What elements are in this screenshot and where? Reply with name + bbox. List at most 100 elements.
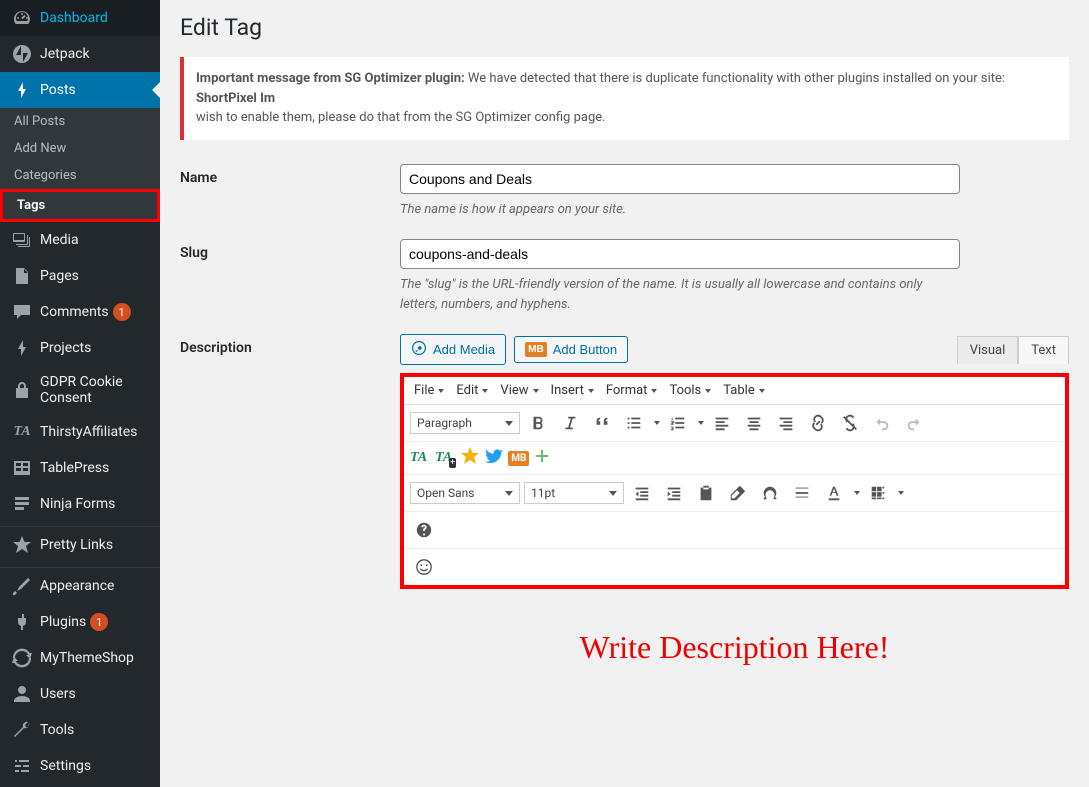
horizontal-rule-button[interactable] — [788, 479, 816, 507]
sidebar-item-thirstyaffiliates[interactable]: TAThirstyAffiliates — [0, 414, 160, 450]
sidebar-item-tablepress[interactable]: TablePress — [0, 450, 160, 486]
page-title: Edit Tag — [180, 14, 1069, 41]
sidebar-item-pages[interactable]: Pages — [0, 258, 160, 294]
dashboard-icon — [12, 8, 32, 28]
count-badge: 1 — [90, 613, 108, 631]
help-name: The name is how it appears on your site. — [400, 200, 960, 220]
twitter-icon[interactable] — [484, 446, 504, 470]
sidebar-item-plugins[interactable]: Plugins1 — [0, 604, 160, 640]
table-icon — [12, 458, 32, 478]
sidebar-item-comments[interactable]: Comments1 — [0, 294, 160, 330]
sidebar-item-dashboard[interactable]: Dashboard — [0, 0, 160, 36]
notice-body: We have detected that there is duplicate… — [465, 71, 1005, 86]
annotation-text: Write Description Here! — [420, 629, 1049, 666]
label-slug: Slug — [180, 239, 400, 314]
ta-icon[interactable]: TA — [410, 450, 427, 466]
blockquote-button[interactable] — [588, 409, 616, 437]
undo-button[interactable] — [868, 409, 896, 437]
label-description: Description — [180, 334, 400, 749]
sidebar-item-label: MyThemeShop — [40, 650, 134, 666]
align-right-button[interactable] — [772, 409, 800, 437]
paste-button[interactable] — [692, 479, 720, 507]
add-button-button[interactable]: MB Add Button — [514, 336, 628, 363]
sidebar-subitem-categories[interactable]: Categories — [0, 162, 160, 189]
sidebar-item-pretty-links[interactable]: Pretty Links — [0, 527, 160, 563]
plug-icon — [12, 612, 32, 632]
link-button[interactable] — [804, 409, 832, 437]
sidebar-item-label: Pretty Links — [40, 537, 113, 553]
bold-button[interactable] — [524, 409, 552, 437]
help-slug: The "slug" is the URL-friendly version o… — [400, 275, 960, 314]
toolbar-row-4 — [404, 512, 1065, 549]
emoji-button[interactable] — [410, 553, 438, 581]
align-center-button[interactable] — [740, 409, 768, 437]
unlink-button[interactable] — [836, 409, 864, 437]
sidebar-item-label: Projects — [40, 340, 91, 356]
sidebar-item-appearance[interactable]: Appearance — [0, 568, 160, 604]
ta-quick-icon[interactable]: TA+ — [435, 450, 452, 466]
sidebar-item-label: Tools — [40, 722, 74, 738]
input-slug[interactable] — [400, 239, 960, 269]
sidebar-subitem-all-posts[interactable]: All Posts — [0, 108, 160, 135]
sidebar-item-label: Plugins — [40, 614, 86, 630]
menu-edit[interactable]: Edit — [452, 381, 492, 400]
sidebar-subitem-add-new[interactable]: Add New — [0, 135, 160, 162]
editor-content-area[interactable]: Write Description Here! — [400, 589, 1069, 749]
add-media-button[interactable]: Add Media — [400, 334, 506, 365]
indent-button[interactable] — [660, 479, 688, 507]
comment-icon — [12, 302, 32, 322]
sidebar-item-projects[interactable]: Projects — [0, 330, 160, 366]
menu-tools[interactable]: Tools — [665, 381, 715, 400]
notice-strong: Important message from SG Optimizer plug… — [196, 71, 465, 86]
star-icon — [12, 535, 32, 555]
settings-icon — [12, 756, 32, 776]
rich-editor: FileEditView InsertFormatToolsTable Parag… — [400, 373, 1069, 589]
sidebar-item-label: Users — [40, 686, 76, 702]
table-button[interactable] — [864, 479, 892, 507]
font-family-select[interactable]: Open Sans — [410, 482, 520, 504]
mb-toolbar-icon[interactable]: MB — [508, 451, 529, 466]
clear-formatting-button[interactable] — [724, 479, 752, 507]
sidebar-item-tools[interactable]: Tools — [0, 712, 160, 748]
special-char-button[interactable] — [756, 479, 784, 507]
sidebar-item-label: Posts — [40, 82, 76, 98]
sidebar-item-label: Ninja Forms — [40, 496, 115, 512]
tab-visual[interactable]: Visual — [957, 336, 1019, 364]
menu-file[interactable]: File — [410, 381, 448, 400]
sidebar-item-ninja-forms[interactable]: Ninja Forms — [0, 486, 160, 522]
input-name[interactable] — [400, 164, 960, 194]
sidebar-item-media[interactable]: Media — [0, 222, 160, 258]
redo-button[interactable] — [900, 409, 928, 437]
brush-icon — [12, 576, 32, 596]
sidebar-item-jetpack[interactable]: Jetpack — [0, 36, 160, 72]
sidebar-item-label: Pages — [40, 268, 79, 284]
outdent-button[interactable] — [628, 479, 656, 507]
main-content: Edit Tag Important message from SG Optim… — [160, 0, 1089, 787]
font-size-select[interactable]: 11pt — [524, 482, 624, 504]
jetpack-icon — [12, 44, 32, 64]
sidebar-item-label: TablePress — [40, 460, 109, 476]
sidebar-item-users[interactable]: Users — [0, 676, 160, 712]
add-element-icon[interactable] — [533, 447, 551, 469]
italic-button[interactable] — [556, 409, 584, 437]
count-badge: 1 — [113, 303, 131, 321]
format-select[interactable]: Paragraph — [410, 412, 520, 434]
sidebar-item-gdpr-cookie-consent[interactable]: GDPR Cookie Consent — [0, 366, 160, 414]
sidebar-subitem-tags[interactable]: Tags — [0, 189, 160, 222]
numbered-list-button[interactable] — [664, 409, 692, 437]
bulleted-list-button[interactable] — [620, 409, 648, 437]
menu-insert[interactable]: Insert — [547, 381, 598, 400]
sidebar-item-posts[interactable]: Posts — [0, 72, 160, 108]
sidebar-item-mythemeshop[interactable]: MyThemeShop — [0, 640, 160, 676]
menu-view[interactable]: View — [496, 381, 542, 400]
sidebar-item-settings[interactable]: Settings — [0, 748, 160, 784]
tab-text[interactable]: Text — [1018, 336, 1069, 364]
menu-format[interactable]: Format — [602, 381, 662, 400]
help-button[interactable] — [410, 516, 438, 544]
menu-table[interactable]: Table — [719, 381, 768, 400]
pin-icon — [12, 80, 32, 100]
align-left-button[interactable] — [708, 409, 736, 437]
star-icon[interactable] — [460, 446, 480, 470]
sidebar-item-label: GDPR Cookie Consent — [40, 374, 148, 406]
text-color-button[interactable] — [820, 479, 848, 507]
